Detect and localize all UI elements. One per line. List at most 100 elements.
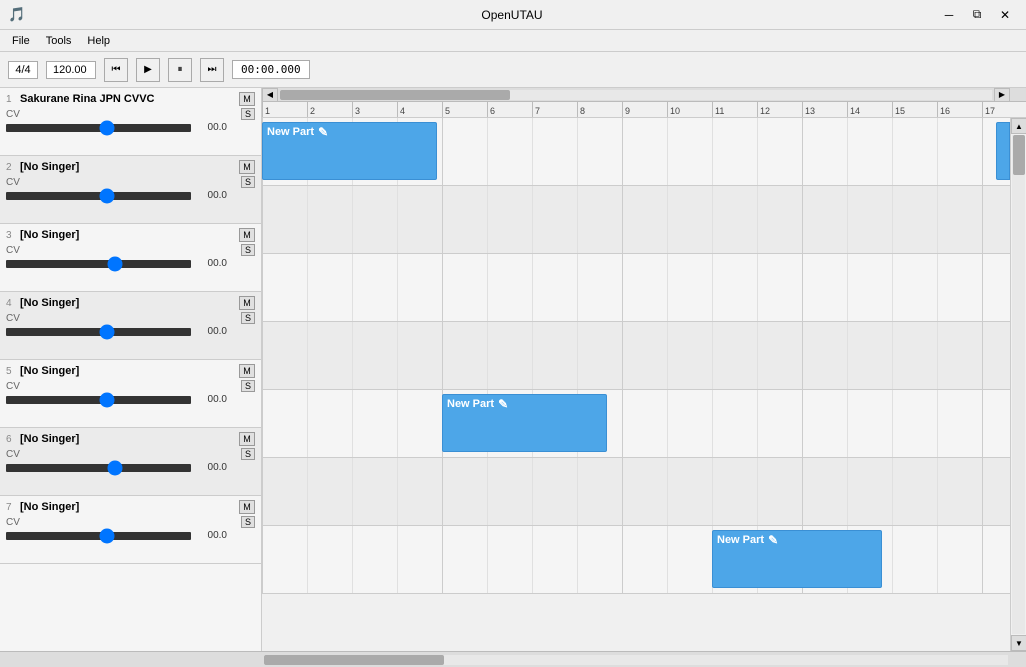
track-type-4: CV — [6, 313, 20, 324]
ruler-mark-7: 7 — [532, 102, 577, 117]
bottom-scroll-thumb[interactable] — [264, 655, 444, 665]
ruler-marks-container: 1234567891011121314151617 — [262, 102, 1026, 117]
mute-button-2[interactable]: M — [239, 160, 255, 174]
mute-button-4[interactable]: M — [239, 296, 255, 310]
mute-button-3[interactable]: M — [239, 228, 255, 242]
app-title: OpenUTAU — [88, 8, 936, 22]
track-type-1: CV — [6, 109, 20, 120]
part-label-1: New Part ✎ — [267, 125, 432, 139]
track-header-7: 7[No Singer]MCVS00.0 — [0, 496, 261, 564]
track-num-6: 6 — [6, 434, 16, 445]
part-block-2[interactable]: New Part ✎ — [442, 394, 607, 452]
volume-slider-1[interactable] — [6, 124, 191, 132]
track-header-4: 4[No Singer]MCVS00.0 — [0, 292, 261, 360]
part-block-1[interactable]: New Part ✎ — [262, 122, 437, 180]
ruler-mark-2: 2 — [307, 102, 352, 117]
track-num-3: 3 — [6, 230, 16, 241]
tempo-display[interactable]: 120.00 — [46, 61, 96, 79]
track-num-4: 4 — [6, 298, 16, 309]
solo-button-1[interactable]: S — [241, 108, 255, 120]
track-name-1: Sakurane Rina JPN CVVC — [20, 93, 237, 105]
volume-slider-5[interactable] — [6, 396, 191, 404]
solo-button-4[interactable]: S — [241, 312, 255, 324]
minimize-button[interactable]: ─ — [936, 5, 962, 25]
pause-button[interactable]: ⏸ — [168, 58, 192, 82]
track-header-6: 6[No Singer]MCVS00.0 — [0, 428, 261, 496]
track-lane-2[interactable] — [262, 186, 1010, 254]
timeline-ruler: 1234567891011121314151617 — [262, 102, 1026, 118]
solo-button-3[interactable]: S — [241, 244, 255, 256]
ruler-mark-17: 17 — [982, 102, 1026, 117]
ruler-mark-16: 16 — [937, 102, 982, 117]
track-lane-1[interactable]: New Part ✎ — [262, 118, 1010, 186]
tracks-canvas[interactable]: New Part ✎ New Part ✎ New Part ✎ — [262, 118, 1010, 651]
scroll-left-button[interactable]: ◀ — [262, 88, 278, 102]
menubar: File Tools Help — [0, 30, 1026, 52]
volume-slider-6[interactable] — [6, 464, 191, 472]
track-area[interactable]: ◀ ▶ 1234567891011121314151617 New Part ✎… — [262, 88, 1026, 651]
scroll-up-button[interactable]: ▲ — [1011, 118, 1026, 134]
menu-tools[interactable]: Tools — [38, 33, 80, 49]
menu-help[interactable]: Help — [79, 33, 118, 49]
main-area: 1Sakurane Rina JPN CVVCMCVS00.02[No Sing… — [0, 88, 1026, 667]
ruler-mark-14: 14 — [847, 102, 892, 117]
solo-button-2[interactable]: S — [241, 176, 255, 188]
play-button[interactable]: ▶ — [136, 58, 160, 82]
toolbar: 4/4 120.00 ⏮ ▶ ⏸ ⏭ 00:00.000 — [0, 52, 1026, 88]
mute-button-6[interactable]: M — [239, 432, 255, 446]
track-lane-4[interactable] — [262, 322, 1010, 390]
ruler-mark-15: 15 — [892, 102, 937, 117]
restore-button[interactable]: ⧉ — [964, 5, 990, 25]
ruler-mark-5: 5 — [442, 102, 487, 117]
h-scroll-thumb[interactable] — [280, 90, 510, 100]
track-header-3: 3[No Singer]MCVS00.0 — [0, 224, 261, 292]
close-button[interactable]: ✕ — [992, 5, 1018, 25]
solo-button-7[interactable]: S — [241, 516, 255, 528]
track-lane-3[interactable] — [262, 254, 1010, 322]
track-type-5: CV — [6, 381, 20, 392]
ruler-mark-6: 6 — [487, 102, 532, 117]
track-header-1: 1Sakurane Rina JPN CVVCMCVS00.0 — [0, 88, 261, 156]
track-lane-6[interactable] — [262, 458, 1010, 526]
track-type-6: CV — [6, 449, 20, 460]
solo-button-6[interactable]: S — [241, 448, 255, 460]
part-label-3: New Part ✎ — [717, 533, 877, 547]
mute-button-7[interactable]: M — [239, 500, 255, 514]
scroll-right-button[interactable]: ▶ — [994, 88, 1010, 102]
volume-value-2: 00.0 — [195, 190, 227, 201]
ruler-mark-4: 4 — [397, 102, 442, 117]
track-num-5: 5 — [6, 366, 16, 377]
window-icon: 🎵 — [8, 6, 25, 23]
track-headers: 1Sakurane Rina JPN CVVCMCVS00.02[No Sing… — [0, 88, 262, 651]
solo-button-5[interactable]: S — [241, 380, 255, 392]
ruler-mark-3: 3 — [352, 102, 397, 117]
h-scroll-track — [280, 90, 992, 100]
menu-file[interactable]: File — [4, 33, 38, 49]
volume-slider-7[interactable] — [6, 532, 191, 540]
volume-slider-4[interactable] — [6, 328, 191, 336]
scroll-down-button[interactable]: ▼ — [1011, 635, 1026, 651]
part-block-3[interactable]: New Part ✎ — [712, 530, 882, 588]
track-lane-7[interactable]: New Part ✎ — [262, 526, 1010, 594]
v-scroll-thumb[interactable] — [1013, 135, 1025, 175]
titlebar: 🎵 OpenUTAU ─ ⧉ ✕ — [0, 0, 1026, 30]
volume-value-1: 00.0 — [195, 122, 227, 133]
track-lane-5[interactable]: New Part ✎ — [262, 390, 1010, 458]
mute-button-1[interactable]: M — [239, 92, 255, 106]
time-signature[interactable]: 4/4 — [8, 61, 38, 79]
mute-button-5[interactable]: M — [239, 364, 255, 378]
h-scrollbar: ◀ ▶ — [262, 88, 1026, 102]
volume-slider-3[interactable] — [6, 260, 191, 268]
skip-back-button[interactable]: ⏮ — [104, 58, 128, 82]
timecode-display: 00:00.000 — [232, 60, 310, 79]
ruler-mark-1: 1 — [262, 102, 307, 117]
ruler-mark-13: 13 — [802, 102, 847, 117]
ruler-mark-12: 12 — [757, 102, 802, 117]
volume-value-7: 00.0 — [195, 530, 227, 541]
v-scroll-track — [1012, 135, 1025, 634]
volume-slider-2[interactable] — [6, 192, 191, 200]
skip-forward-button[interactable]: ⏭ — [200, 58, 224, 82]
track-type-2: CV — [6, 177, 20, 188]
part-label-2: New Part ✎ — [447, 397, 602, 411]
part-block-right-edge[interactable] — [996, 122, 1010, 180]
